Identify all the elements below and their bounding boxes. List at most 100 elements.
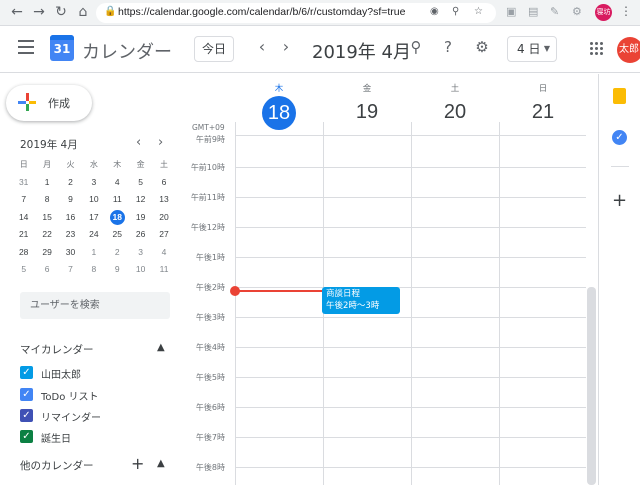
browser-profile-avatar[interactable]: 寝坊 — [595, 4, 612, 21]
grid-scrollbar[interactable] — [587, 287, 596, 485]
mini-day[interactable]: 7 — [12, 191, 35, 209]
checkbox-checked-icon[interactable]: ✓ — [20, 366, 33, 379]
mini-day[interactable]: 22 — [35, 226, 58, 244]
mini-day[interactable]: 28 — [12, 244, 35, 262]
mini-day[interactable]: 3 — [129, 244, 152, 262]
mini-day[interactable]: 11 — [152, 261, 175, 279]
tasks-icon[interactable]: ✓ — [612, 130, 627, 145]
other-calendars-title[interactable]: 他のカレンダー — [20, 458, 94, 473]
mini-day[interactable]: 8 — [35, 191, 58, 209]
day-header[interactable]: 土 20 — [411, 74, 499, 134]
mini-day[interactable]: 2 — [59, 174, 82, 192]
zoom-icon[interactable]: ⚲ — [452, 6, 459, 17]
help-icon[interactable]: ? — [438, 38, 458, 56]
mini-day[interactable]: 6 — [152, 174, 175, 192]
reload-icon[interactable]: ↻ — [52, 4, 70, 20]
create-button[interactable]: 作成 — [6, 85, 92, 121]
settings-gear-icon[interactable]: ⚙ — [472, 38, 492, 56]
add-addon-plus-icon[interactable]: + — [612, 190, 627, 211]
day-header[interactable]: 金 19 — [323, 74, 411, 134]
mini-day[interactable]: 7 — [59, 261, 82, 279]
calendar-item[interactable]: ✓ ToDo リスト — [20, 387, 180, 403]
mini-day[interactable]: 2 — [106, 244, 129, 262]
account-avatar[interactable]: 太郎 — [617, 37, 640, 63]
keep-icon[interactable] — [613, 88, 626, 104]
mini-day-selected[interactable]: 18 — [106, 209, 129, 227]
time-grid[interactable] — [235, 135, 586, 485]
mini-day[interactable]: 26 — [129, 226, 152, 244]
day-header-today[interactable]: 木 18 — [235, 74, 323, 134]
mini-day[interactable]: 11 — [106, 191, 129, 209]
mini-day[interactable]: 24 — [82, 226, 105, 244]
mini-day[interactable]: 15 — [35, 209, 58, 227]
mini-day[interactable]: 10 — [129, 261, 152, 279]
event-chip[interactable]: 商談日程 午後2時～3時 — [322, 287, 400, 314]
mini-day[interactable]: 17 — [82, 209, 105, 227]
eye-icon[interactable]: ◉ — [430, 6, 439, 17]
search-people-input[interactable]: ユーザーを検索 — [20, 292, 170, 319]
mini-day[interactable]: 21 — [12, 226, 35, 244]
checkbox-checked-icon[interactable]: ✓ — [20, 409, 33, 422]
forward-icon[interactable]: → — [30, 4, 48, 20]
back-icon[interactable]: ← — [8, 4, 26, 20]
calendar-item[interactable]: ✓ 誕生日 — [20, 429, 180, 445]
home-icon[interactable]: ⌂ — [74, 4, 92, 20]
mini-next-month-icon[interactable]: › — [158, 135, 163, 150]
mini-day[interactable]: 12 — [129, 191, 152, 209]
address-bar[interactable]: 🔒 https://calendar.google.com/calendar/b… — [96, 3, 496, 23]
chevron-up-icon[interactable]: ▲ — [157, 342, 165, 353]
my-calendars-title[interactable]: マイカレンダー — [20, 342, 94, 357]
view-selector[interactable]: 4 日 ▼ — [507, 36, 557, 62]
mini-day[interactable]: 1 — [35, 174, 58, 192]
day-number[interactable]: 21 — [499, 101, 587, 124]
day-header[interactable]: 日 21 — [499, 74, 587, 134]
checkbox-checked-icon[interactable]: ✓ — [20, 388, 33, 401]
calendar-item[interactable]: ✓ リマインダー — [20, 408, 180, 424]
mini-day[interactable]: 1 — [82, 244, 105, 262]
mini-day[interactable]: 25 — [106, 226, 129, 244]
extension-icon[interactable]: ▣ — [506, 5, 516, 18]
apps-grid-icon[interactable] — [590, 42, 603, 55]
search-icon[interactable]: ⚲ — [406, 38, 426, 56]
mini-day[interactable]: 29 — [35, 244, 58, 262]
mini-day[interactable]: 10 — [82, 191, 105, 209]
main-menu-icon[interactable] — [18, 40, 34, 54]
extension-icon[interactable]: ✎ — [550, 5, 559, 18]
mini-day[interactable]: 20 — [152, 209, 175, 227]
mini-day[interactable]: 6 — [35, 261, 58, 279]
mini-day[interactable]: 19 — [129, 209, 152, 227]
today-button[interactable]: 今日 — [194, 36, 234, 62]
mini-day[interactable]: 5 — [12, 261, 35, 279]
next-period-icon[interactable]: › — [278, 37, 294, 56]
mini-day[interactable]: 31 — [12, 174, 35, 192]
browser-menu-icon[interactable]: ⋮ — [620, 4, 632, 18]
day-number[interactable]: 20 — [411, 101, 499, 124]
mini-day[interactable]: 8 — [82, 261, 105, 279]
mini-day[interactable]: 9 — [106, 261, 129, 279]
side-panel: ✓ + — [598, 74, 640, 485]
extension-icon[interactable]: ⚙ — [572, 5, 582, 18]
mini-day[interactable]: 27 — [152, 226, 175, 244]
mini-day[interactable]: 4 — [106, 174, 129, 192]
chevron-up-icon[interactable]: ▲ — [157, 458, 165, 469]
add-calendar-plus-icon[interactable]: + — [131, 454, 144, 473]
day-number[interactable]: 18 — [262, 96, 296, 130]
mini-prev-month-icon[interactable]: ‹ — [136, 135, 141, 150]
mini-day[interactable]: 4 — [152, 244, 175, 262]
mini-day[interactable]: 14 — [12, 209, 35, 227]
mini-week-row: 14 15 16 17 18 19 20 — [12, 209, 176, 227]
mini-day[interactable]: 23 — [59, 226, 82, 244]
mini-day[interactable]: 16 — [59, 209, 82, 227]
mini-day[interactable]: 5 — [129, 174, 152, 192]
mini-day[interactable]: 9 — [59, 191, 82, 209]
extension-icon[interactable]: ▤ — [528, 5, 538, 18]
current-time-dot — [230, 286, 240, 296]
day-number[interactable]: 19 — [323, 101, 411, 124]
prev-period-icon[interactable]: ‹ — [254, 37, 270, 56]
checkbox-checked-icon[interactable]: ✓ — [20, 430, 33, 443]
mini-day[interactable]: 30 — [59, 244, 82, 262]
mini-day[interactable]: 13 — [152, 191, 175, 209]
mini-day[interactable]: 3 — [82, 174, 105, 192]
bookmark-star-icon[interactable]: ☆ — [474, 6, 483, 17]
calendar-item[interactable]: ✓ 山田太郎 — [20, 365, 180, 381]
